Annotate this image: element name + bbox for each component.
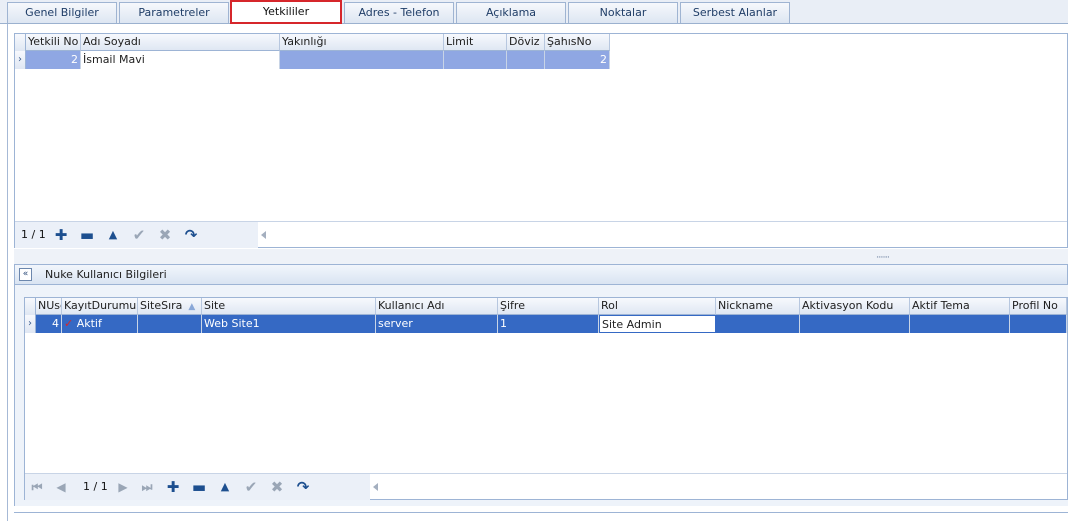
cell-sahis-no[interactable]: 2 — [545, 51, 610, 69]
record-counter: 1 / 1 — [21, 228, 46, 241]
last-record-icon[interactable]: ⏭ — [137, 478, 157, 496]
checkmark-icon[interactable]: ✔ — [129, 226, 149, 244]
column-header-site[interactable]: Site — [202, 298, 376, 315]
group-title: Nuke Kullanıcı Bilgileri — [45, 268, 167, 281]
column-header-yakinligi[interactable]: Yakınlığı — [280, 34, 444, 51]
cell-yakinligi[interactable] — [280, 51, 444, 69]
bottom-border — [14, 512, 1068, 513]
navigator-buttons: ⏮ ◀ 1 / 1 ▶ ⏭ ✚ ▬ ▲ ✔ ✖ ↷ — [25, 474, 370, 500]
cell-nuse[interactable]: 4 — [36, 315, 62, 333]
cell-site[interactable]: Web Site1 — [202, 315, 376, 333]
column-header-rol[interactable]: Rol — [599, 298, 716, 315]
cell-rol[interactable]: Site Admin — [599, 315, 716, 333]
navigator-buttons: 1 / 1 ✚ ▬ ▲ ✔ ✖ ↷ — [15, 222, 258, 248]
cell-aktivasyon-kodu[interactable] — [800, 315, 910, 333]
tab-parametreler[interactable]: Parametreler — [119, 2, 229, 23]
prev-record-icon[interactable]: ◀ — [51, 478, 71, 496]
record-navigator: ⏮ ◀ 1 / 1 ▶ ⏭ ✚ ▬ ▲ ✔ ✖ ↷ — [25, 473, 1067, 500]
sort-ascending-icon: ▲ — [188, 302, 196, 312]
cell-limit[interactable] — [444, 51, 507, 69]
column-header-adi-soyadi[interactable]: Adı Soyadı — [81, 34, 280, 51]
column-header-site-sira-label: SiteSıra — [140, 299, 183, 312]
cell-site-sira[interactable] — [138, 315, 202, 333]
column-header-kullanici-adi[interactable]: Kullanıcı Adı — [376, 298, 498, 315]
row-indicator-icon: › — [25, 315, 36, 333]
column-header-limit[interactable]: Limit — [444, 34, 507, 51]
tab-serbest-alanlar[interactable]: Serbest Alanlar — [680, 2, 790, 23]
add-icon[interactable]: ✚ — [163, 478, 183, 496]
add-icon[interactable]: ✚ — [51, 226, 71, 244]
minus-icon[interactable]: ▬ — [189, 478, 209, 496]
scroll-left-icon[interactable] — [373, 483, 378, 491]
refresh-icon[interactable]: ↷ — [181, 226, 201, 244]
x-icon[interactable]: ✖ — [267, 478, 287, 496]
grid-header-corner — [15, 34, 26, 51]
panel-splitter[interactable]: ······· — [14, 249, 1068, 264]
column-header-nuse[interactable]: NUse — [36, 298, 62, 315]
cell-nickname[interactable] — [716, 315, 800, 333]
collapse-icon[interactable]: « — [19, 268, 32, 281]
cell-sifre[interactable]: 1 — [498, 315, 599, 333]
column-header-aktivasyon-kodu[interactable]: Aktivasyon Kodu — [800, 298, 910, 315]
splitter-grip-icon[interactable]: ······· — [876, 253, 890, 263]
record-navigator: 1 / 1 ✚ ▬ ▲ ✔ ✖ ↷ — [15, 221, 1067, 248]
row-indicator-icon: › — [15, 51, 26, 69]
up-arrow-icon[interactable]: ▲ — [103, 226, 123, 244]
column-header-nickname[interactable]: Nickname — [716, 298, 800, 315]
cell-kullanici-adi[interactable]: server — [376, 315, 498, 333]
cell-aktif-tema[interactable] — [910, 315, 1010, 333]
column-header-doviz[interactable]: Döviz — [507, 34, 545, 51]
tab-genel-bilgiler[interactable]: Genel Bilgiler — [7, 2, 117, 23]
tab-bar: Genel Bilgiler Parametreler Yetkililer A… — [0, 0, 1068, 24]
tab-adres-telefon[interactable]: Adres - Telefon — [344, 2, 454, 23]
cell-kayit-durumu[interactable]: ✓ Aktif — [62, 315, 138, 333]
column-header-aktif-tema[interactable]: Aktif Tema — [910, 298, 1010, 315]
tab-aciklama[interactable]: Açıklama — [456, 2, 566, 23]
minus-icon[interactable]: ▬ — [77, 226, 97, 244]
checkmark-icon[interactable]: ✔ — [241, 478, 261, 496]
scroll-left-icon[interactable] — [261, 231, 266, 239]
checkmark-icon: ✓ — [64, 317, 74, 330]
tab-noktalar[interactable]: Noktalar — [568, 2, 678, 23]
column-header-kayit-durumu[interactable]: KayıtDurumu — [62, 298, 138, 315]
column-header-sahis-no[interactable]: ŞahısNo — [545, 34, 610, 51]
cell-profil-no[interactable] — [1010, 315, 1067, 333]
column-header-yetkili-no[interactable]: Yetkili No — [26, 34, 81, 51]
cell-adi-soyadi[interactable]: İsmail Mavi — [81, 51, 280, 69]
record-counter: 1 / 1 — [83, 480, 108, 493]
yetkililer-grid: Yetkili No Adı Soyadı Yakınlığı Limit Dö… — [14, 33, 1068, 248]
cell-doviz[interactable] — [507, 51, 545, 69]
column-header-sifre[interactable]: Şifre — [498, 298, 599, 315]
cell-yetkili-no[interactable]: 2 — [26, 51, 81, 69]
nuke-kullanici-grid: NUse KayıtDurumu SiteSıra ▲ Site Kullanıc… — [24, 297, 1068, 500]
up-arrow-icon[interactable]: ▲ — [215, 478, 235, 496]
tab-yetkililer[interactable]: Yetkililer — [230, 0, 342, 24]
cell-kayit-durumu-label: Aktif — [76, 317, 102, 330]
x-icon[interactable]: ✖ — [155, 226, 175, 244]
column-header-site-sira[interactable]: SiteSıra ▲ — [138, 298, 202, 315]
grid-header-corner — [25, 298, 36, 315]
first-record-icon[interactable]: ⏮ — [27, 478, 47, 496]
refresh-icon[interactable]: ↷ — [293, 478, 313, 496]
group-header: « Nuke Kullanıcı Bilgileri — [14, 264, 1068, 285]
next-record-icon[interactable]: ▶ — [113, 478, 133, 496]
column-header-profil-no[interactable]: Profil No — [1010, 298, 1067, 315]
